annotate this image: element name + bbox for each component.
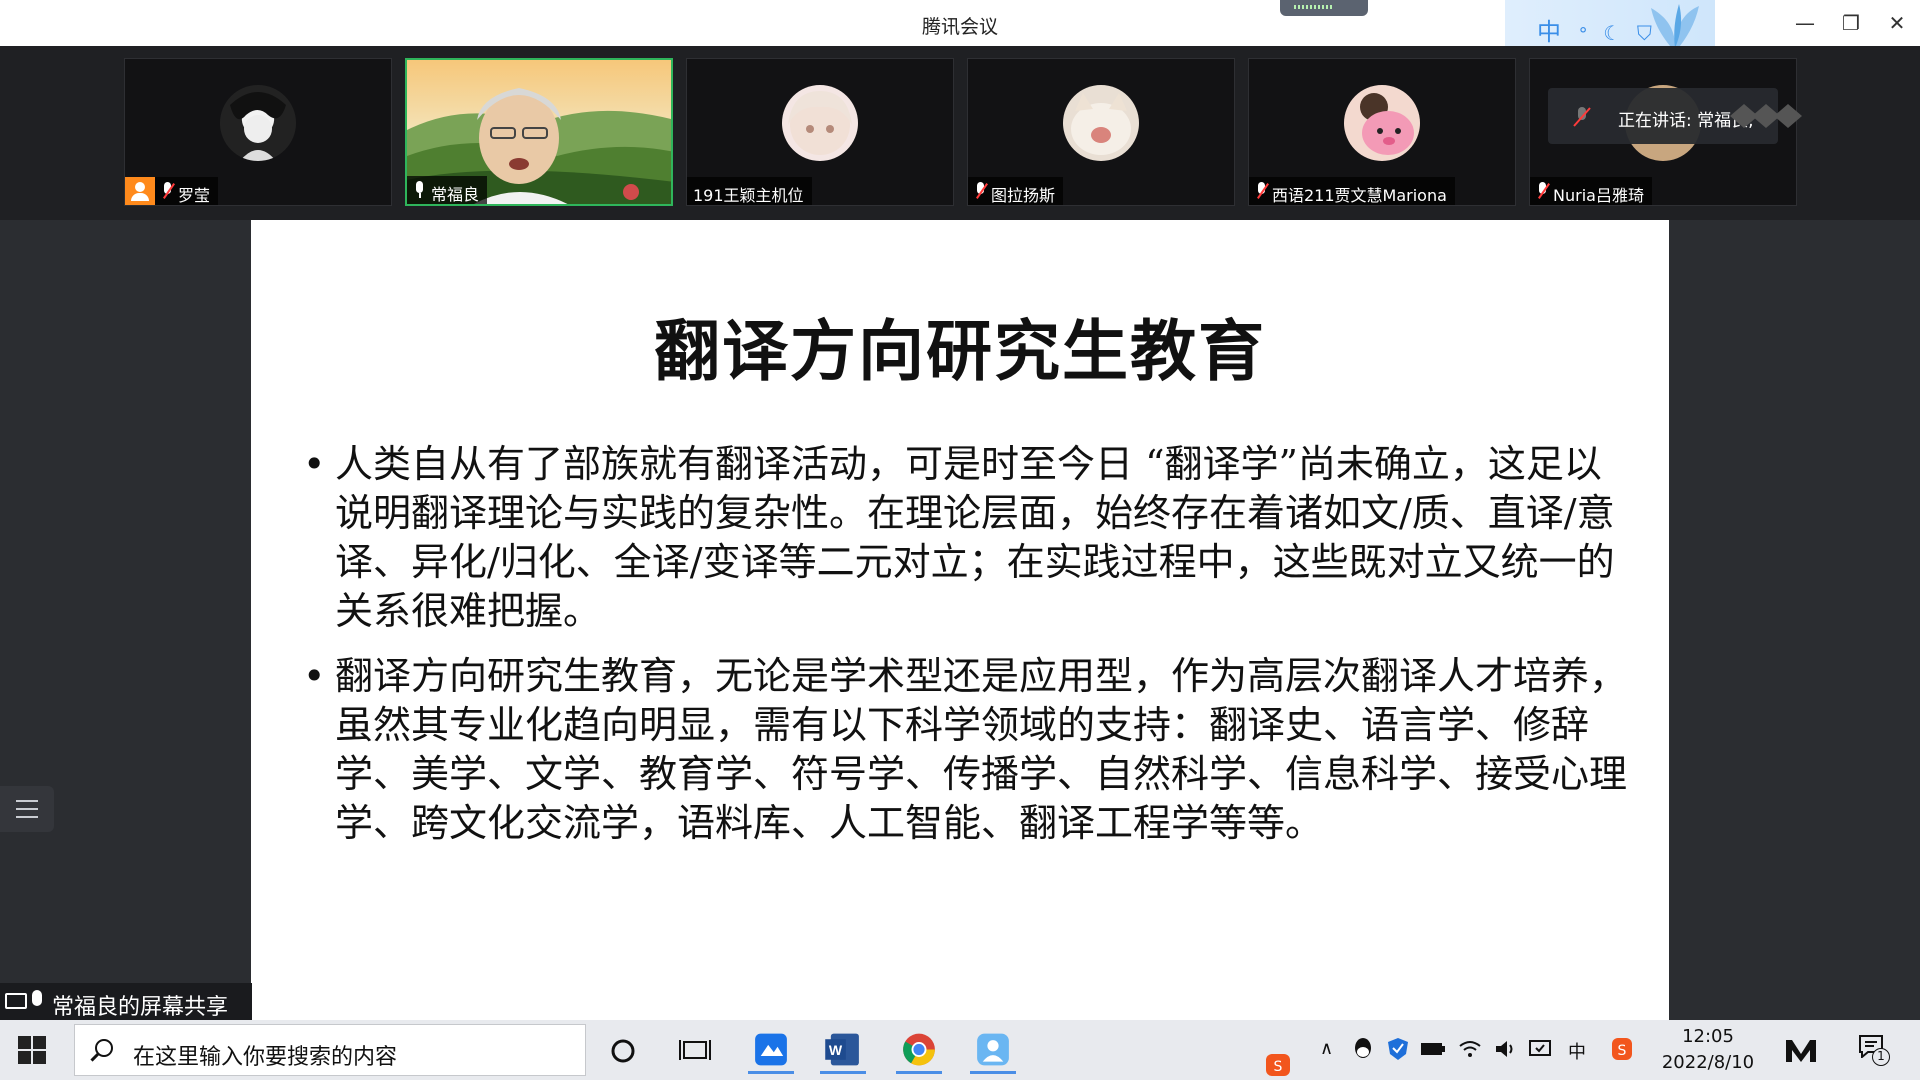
host-badge-icon [125,177,155,205]
qq-icon[interactable] [1352,1036,1374,1062]
sound-wave-icon [1730,104,1802,128]
shared-screen-area: 翻译方向研究生教育 人类自从有了部族就有翻译活动，可是时至今日 “翻译学”尚未确… [0,220,1920,1020]
svg-text:S: S [1274,1059,1283,1075]
participant-strip: 罗莹 常福良 191王颖主机位 图拉扬斯 西语211贾文慧Mariona Nur… [0,46,1920,220]
restore-button[interactable]: ❐ [1836,8,1866,38]
mic-on-icon [413,181,427,199]
start-button[interactable] [18,1036,46,1064]
taskbar-search-box[interactable]: 在这里输入你要搜索的内容 [74,1024,586,1076]
notification-center-button[interactable]: 1 [1858,1034,1892,1068]
cortana-icon[interactable] [600,1028,646,1074]
member-list-toggle-button[interactable] [0,786,54,832]
toolbar-grip[interactable] [1280,0,1368,16]
participant-name-bar: 西语211贾文慧Mariona [1249,177,1455,205]
windows-taskbar: 在这里输入你要搜索的内容 W S ∧ 中 S 12:05 2022/8/10 1 [0,1020,1920,1080]
slide-bullet: 人类自从有了部族就有翻译活动，可是时至今日 “翻译学”尚未确立，这足以说明翻译理… [303,440,1633,636]
chrome-icon[interactable] [896,1028,942,1074]
ime-mode-label[interactable]: 中 [1537,18,1561,46]
participant-name: 罗莹 [178,186,211,205]
tencent-meeting-icon[interactable] [748,1028,794,1074]
participant-name-bar: 常福良 [407,176,488,204]
screen-share-label: 常福良的屏幕共享 [0,983,252,1020]
svg-text:W: W [829,1042,843,1058]
participant-name: 191王颖主机位 [693,186,804,205]
task-view-icon[interactable] [672,1028,718,1074]
participant-name-bar: 罗莹 [125,177,219,205]
contact-app-icon[interactable] [970,1028,1016,1074]
close-button[interactable]: ✕ [1882,8,1912,38]
mic-muted-icon [974,182,988,200]
sogou-tray-icon[interactable]: S [1610,1036,1634,1062]
mic-muted-icon [161,182,175,200]
battery-icon[interactable] [1420,1040,1446,1058]
participant-tile[interactable]: 西语211贾文慧Mariona [1248,58,1516,206]
participant-tile[interactable]: 图拉扬斯 [967,58,1235,206]
participant-name-bar: Nuria吕雅琦 [1530,177,1652,205]
mic-muted-icon [1255,182,1269,200]
participant-tile-active[interactable]: 常福良 [405,58,673,206]
screen-icon [5,993,27,1009]
search-placeholder: 在这里输入你要搜索的内容 [133,1045,398,1070]
participant-tile[interactable]: 191王颖主机位 [686,58,954,206]
security-shield-icon[interactable] [1386,1036,1410,1062]
avatar [1344,85,1420,161]
show-hidden-icons-button[interactable]: ∧ [1320,1038,1333,1059]
mic-muted-icon [1573,107,1591,127]
active-speaker-toast: 正在讲话: 常福良; [1548,88,1802,144]
participant-name-bar: 191王颖主机位 [687,177,812,205]
participant-tile[interactable]: 罗莹 [124,58,392,206]
network-display-icon[interactable] [1528,1038,1552,1060]
minimize-button[interactable]: — [1790,8,1820,38]
notification-badge: 1 [1872,1048,1890,1066]
avatar [782,85,858,161]
mic-muted-icon [1536,182,1550,200]
avatar [220,85,296,161]
participant-name: 图拉扬斯 [991,186,1056,205]
slide-bullet: 翻译方向研究生教育，无论是学术型还是应用型，作为高层次翻译人才培养，虽然其专业化… [303,652,1633,848]
participant-name: 常福良 [431,185,480,204]
participant-name: Nuria吕雅琦 [1553,186,1644,205]
participant-name-bar: 图拉扬斯 [968,177,1064,205]
sogou-ime-icon[interactable]: S [1266,1042,1290,1076]
clock-date: 2022/8/10 [1661,1052,1755,1073]
presentation-slide: 翻译方向研究生教育 人类自从有了部族就有翻译活动，可是时至今日 “翻译学”尚未确… [251,220,1669,1020]
word-icon[interactable]: W [820,1028,866,1074]
app-tray-icon[interactable] [1784,1036,1818,1064]
taskbar-clock[interactable]: 12:05 2022/8/10 [1648,1024,1768,1076]
wifi-icon[interactable] [1458,1038,1482,1060]
clock-time: 12:05 [1682,1026,1734,1047]
title-bar: 腾讯会议 中 ° ☾ ⛉ — ❐ ✕ [0,0,1920,56]
slide-title: 翻译方向研究生教育 [654,313,1266,390]
svg-text:S: S [1618,1043,1627,1059]
search-icon [95,1039,113,1057]
ime-language-indicator[interactable]: 中 [1568,1038,1586,1064]
mic-icon [32,990,42,1006]
participant-name: 西语211贾文慧Mariona [1272,186,1447,205]
screen-share-owner: 常福良的屏幕共享 [52,995,229,1020]
avatar [1063,85,1139,161]
volume-icon[interactable] [1494,1038,1518,1060]
slide-bullet-list: 人类自从有了部族就有翻译活动，可是时至今日 “翻译学”尚未确立，这足以说明翻译理… [303,440,1633,864]
